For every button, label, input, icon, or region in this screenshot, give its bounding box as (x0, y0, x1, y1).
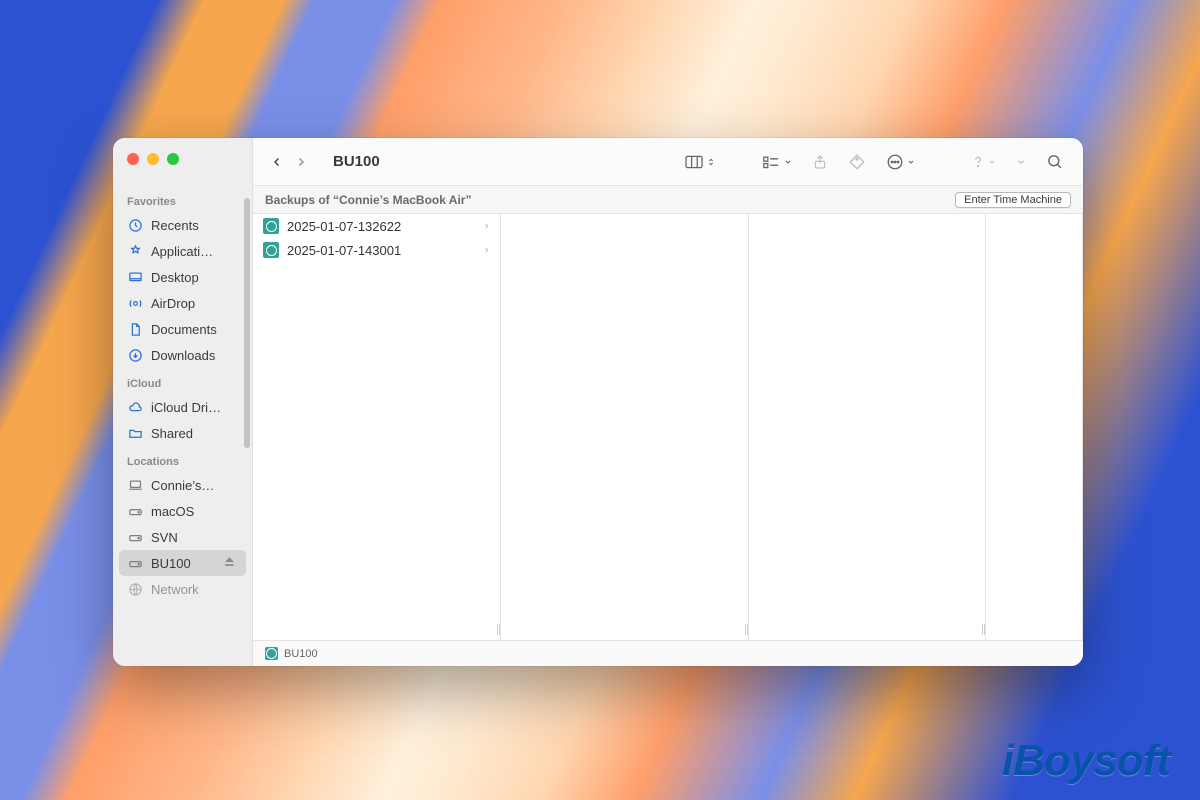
column-2[interactable] (501, 214, 749, 640)
enter-time-machine-button[interactable]: Enter Time Machine (955, 192, 1071, 208)
airdrop-icon (127, 295, 143, 311)
sidebar-item-svn[interactable]: SVN (113, 524, 252, 550)
sidebar-item-recents[interactable]: Recents (113, 212, 252, 238)
help-button[interactable] (965, 148, 1002, 176)
sidebar-item-label: BU100 (151, 556, 191, 571)
time-machine-icon (263, 218, 279, 234)
sidebar-item-downloads[interactable]: Downloads (113, 342, 252, 368)
file-name: 2025-01-07-143001 (287, 243, 401, 258)
column-3[interactable] (749, 214, 986, 640)
sidebar-item-label: Documents (151, 322, 217, 337)
disk-icon (127, 529, 143, 545)
sidebar-item-airdrop[interactable]: AirDrop (113, 290, 252, 316)
sidebar-item-label: iCloud Dri… (151, 400, 221, 415)
sidebar-item-label: SVN (151, 530, 178, 545)
toolbar: BU100 (253, 138, 1083, 186)
sidebar-item-desktop[interactable]: Desktop (113, 264, 252, 290)
sidebar-item-macos[interactable]: macOS (113, 498, 252, 524)
clock-icon (127, 217, 143, 233)
column-1[interactable]: 2025-01-07-132622 2025-01-07-143001 (253, 214, 501, 640)
folder-icon (127, 425, 143, 441)
window-controls (127, 153, 179, 165)
sidebar-item-label: macOS (151, 504, 194, 519)
sidebar-item-icloud-drive[interactable]: iCloud Dri… (113, 394, 252, 420)
sidebar-item-label: Downloads (151, 348, 215, 363)
sidebar-item-label: Applicati… (151, 244, 213, 259)
sidebar-item-bu100[interactable]: BU100 (119, 550, 246, 576)
dropdown-button[interactable] (1010, 148, 1032, 176)
sidebar-item-network[interactable]: Network (113, 576, 252, 602)
search-button[interactable] (1040, 148, 1069, 176)
main-area: BU100 (253, 138, 1083, 666)
sidebar-item-label: AirDrop (151, 296, 195, 311)
doc-icon (127, 321, 143, 337)
desktop-icon (127, 269, 143, 285)
forward-button[interactable] (291, 150, 311, 174)
share-button[interactable] (806, 148, 834, 176)
sidebar-item-documents[interactable]: Documents (113, 316, 252, 342)
eject-icon[interactable] (223, 555, 236, 571)
sidebar: Favorites Recents Applicati… Desktop Air… (113, 138, 253, 666)
view-columns-button[interactable] (678, 148, 721, 176)
tags-button[interactable] (842, 148, 872, 176)
action-menu-button[interactable] (880, 148, 921, 176)
download-icon (127, 347, 143, 363)
time-machine-icon (265, 647, 278, 660)
column-view: 2025-01-07-132622 2025-01-07-143001 (253, 214, 1083, 640)
time-machine-icon (263, 242, 279, 258)
sidebar-section-icloud: iCloud (113, 368, 252, 394)
backup-folder-row[interactable]: 2025-01-07-132622 (253, 214, 500, 238)
sidebar-item-shared[interactable]: Shared (113, 420, 252, 446)
apps-icon (127, 243, 143, 259)
column-4[interactable] (986, 214, 1083, 640)
disk-icon (127, 503, 143, 519)
globe-icon (127, 581, 143, 597)
laptop-icon (127, 477, 143, 493)
info-bar: Backups of “Connie’s MacBook Air” Enter … (253, 186, 1083, 214)
path-bar-label[interactable]: BU100 (284, 648, 318, 660)
finder-window: Favorites Recents Applicati… Desktop Air… (113, 138, 1083, 666)
sidebar-item-this-mac[interactable]: Connie’s… (113, 472, 252, 498)
sidebar-item-label: Network (151, 582, 199, 597)
back-button[interactable] (267, 150, 287, 174)
watermark-text: Boysoft (1013, 736, 1170, 785)
sidebar-item-label: Recents (151, 218, 199, 233)
info-bar-heading: Backups of “Connie’s MacBook Air” (265, 193, 471, 207)
close-button[interactable] (127, 153, 139, 165)
sidebar-item-label: Connie’s… (151, 478, 214, 493)
disk-icon (127, 555, 143, 571)
cloud-icon (127, 399, 143, 415)
maximize-button[interactable] (167, 153, 179, 165)
sidebar-section-favorites: Favorites (113, 186, 252, 212)
chevron-right-icon (483, 219, 490, 234)
chevron-right-icon (483, 243, 490, 258)
sidebar-section-locations: Locations (113, 446, 252, 472)
window-title: BU100 (333, 153, 380, 170)
desktop-background: Favorites Recents Applicati… Desktop Air… (0, 0, 1200, 800)
file-name: 2025-01-07-132622 (287, 219, 401, 234)
group-button[interactable] (755, 148, 798, 176)
minimize-button[interactable] (147, 153, 159, 165)
watermark-logo: iBoysoft (1002, 736, 1170, 786)
backup-folder-row[interactable]: 2025-01-07-143001 (253, 238, 500, 262)
sidebar-item-label: Desktop (151, 270, 199, 285)
sidebar-item-applications[interactable]: Applicati… (113, 238, 252, 264)
path-bar: BU100 (253, 640, 1083, 666)
sidebar-item-label: Shared (151, 426, 193, 441)
